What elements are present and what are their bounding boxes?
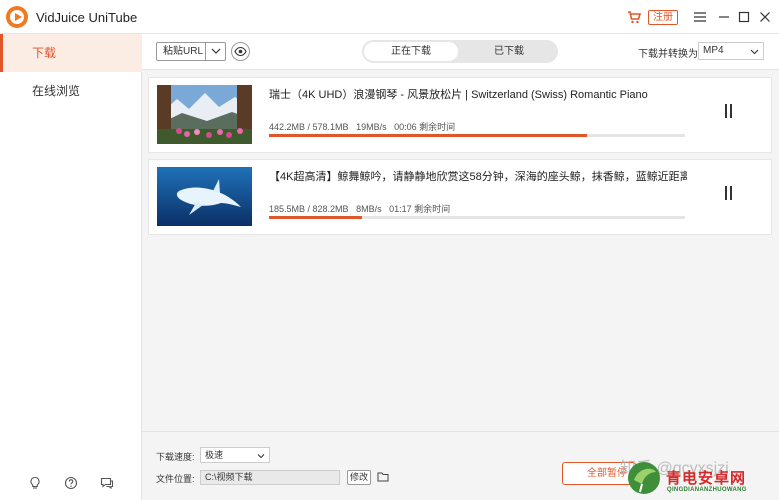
speed-value: 极速 — [205, 450, 224, 460]
download-speed: 8MB/s — [356, 204, 382, 214]
video-title: 【4K超高清】鲸舞鲸吟，请静静地欣赏这58分钟，深海的座头鲸，抹香鲸，蓝鲸近距离… — [269, 171, 687, 183]
location-label: 文件位置: — [156, 474, 195, 484]
tab-downloading[interactable]: 正在下载 — [364, 42, 458, 61]
download-item: 【4K超高清】鲸舞鲸吟，请静静地欣赏这58分钟，深海的座头鲸，抹香鲸，蓝鲸近距离… — [148, 159, 772, 235]
pause-icon[interactable] — [723, 104, 735, 118]
video-thumbnail-whale — [157, 167, 252, 226]
chevron-down-icon — [750, 49, 759, 55]
watermark-logo-icon — [628, 462, 660, 494]
download-remaining: 01:17 剩余时间 — [389, 204, 451, 214]
paste-url-button[interactable]: 粘贴URL — [156, 42, 226, 61]
download-status-tabs: 正在下载 已下载 — [362, 40, 558, 63]
app-logo-icon — [6, 6, 28, 28]
video-title: 瑞士（4K UHD）浪漫钢琴 - 风景放松片 | Switzerland (Sw… — [269, 89, 648, 101]
help-icon[interactable] — [64, 476, 78, 490]
sidebar: 下载 在线浏览 — [0, 34, 142, 500]
chevron-down-icon — [257, 454, 265, 459]
download-size: 442.2MB / 578.1MB — [269, 122, 349, 132]
progress-track — [269, 216, 685, 219]
progress-fill — [269, 134, 588, 137]
watermark-title: 青电安卓网 — [666, 470, 747, 487]
download-size: 185.5MB / 828.2MB — [269, 204, 349, 214]
folder-icon[interactable] — [377, 471, 389, 482]
paste-url-label: 粘贴URL — [163, 46, 204, 57]
watermark-subtitle: QINGDIANANZHUOWANG — [667, 487, 747, 493]
title-bar: VidJuice UniTube 注册 — [0, 0, 779, 34]
paste-divider — [205, 43, 206, 60]
modify-location-button[interactable]: 修改 — [347, 470, 371, 485]
format-value: MP4 — [703, 45, 724, 56]
menu-icon[interactable] — [692, 9, 708, 25]
app-title: VidJuice UniTube — [36, 10, 138, 25]
convert-label: 下载并转换为: — [638, 49, 701, 60]
watermark: 知乎 @qcyxsjzj 青电安卓网 QINGDIANANZHUOWANG — [620, 450, 779, 500]
download-item: 瑞士（4K UHD）浪漫钢琴 - 风景放松片 | Switzerland (Sw… — [148, 77, 772, 153]
format-select[interactable]: MP4 — [698, 42, 764, 60]
toolbar: 粘贴URL 正在下载 已下载 下载并转换为: MP4 — [142, 34, 779, 70]
eye-icon — [234, 46, 247, 57]
tab-downloaded[interactable]: 已下载 — [462, 42, 556, 61]
download-stats: 442.2MB / 578.1MB 19MB/s 00:06 剩余时间 — [269, 120, 460, 133]
download-remaining: 00:06 剩余时间 — [394, 122, 456, 132]
location-field[interactable]: C:\视频下载 — [200, 470, 340, 485]
sidebar-item-online-browse[interactable]: 在线浏览 — [0, 72, 142, 110]
close-icon[interactable] — [757, 9, 773, 25]
register-button[interactable]: 注册 — [648, 10, 678, 25]
minimize-icon[interactable] — [716, 9, 732, 25]
sidebar-item-download[interactable]: 下载 — [0, 34, 142, 72]
main-panel: 粘贴URL 正在下载 已下载 下载并转换为: MP4 瑞士（4K UHD）浪漫钢… — [142, 34, 779, 500]
progress-track — [269, 134, 685, 137]
progress-fill — [269, 216, 363, 219]
feedback-icon[interactable] — [100, 476, 114, 490]
video-thumbnail-mountains — [157, 85, 252, 144]
speed-select[interactable]: 极速 — [200, 447, 270, 463]
pause-icon[interactable] — [723, 186, 735, 200]
cart-icon[interactable] — [627, 10, 641, 24]
speed-label: 下载速度: — [156, 452, 195, 462]
lightbulb-icon[interactable] — [28, 476, 42, 490]
maximize-icon[interactable] — [736, 9, 752, 25]
preview-toggle-button[interactable] — [231, 42, 250, 61]
download-stats: 185.5MB / 828.2MB 8MB/s 01:17 剩余时间 — [269, 202, 455, 215]
download-speed: 19MB/s — [356, 122, 387, 132]
chevron-down-icon[interactable] — [210, 45, 222, 57]
